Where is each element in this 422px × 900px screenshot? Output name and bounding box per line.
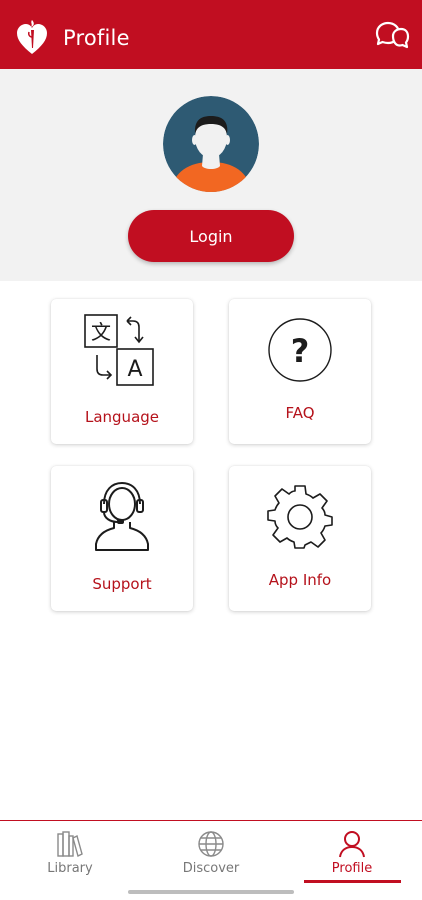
nav-label-library: Library [47, 861, 93, 876]
home-indicator[interactable] [128, 890, 294, 894]
nav-item-library[interactable]: Library [0, 821, 140, 887]
translate-icon: 文 A [84, 314, 154, 386]
nav-item-discover[interactable]: Discover [141, 821, 281, 887]
app-header: Profile [0, 0, 422, 69]
support-card[interactable]: Support [51, 466, 193, 611]
active-tab-indicator [304, 880, 401, 883]
chat-bubbles-icon[interactable] [374, 20, 410, 54]
question-circle-icon: ? [268, 318, 332, 382]
svg-text:A: A [127, 357, 142, 382]
user-avatar-icon [163, 96, 259, 192]
heart-torch-logo-icon [17, 20, 47, 54]
gear-icon [267, 485, 333, 549]
app-screen: Profile Login 文 A Language ? FAQ Support… [0, 0, 422, 900]
login-button[interactable]: Login [128, 210, 294, 262]
bottom-nav: Library Discover Profile [0, 820, 422, 900]
language-card[interactable]: 文 A Language [51, 299, 193, 444]
person-icon [339, 831, 365, 858]
page-title: Profile [63, 26, 130, 50]
headset-agent-icon [95, 481, 149, 551]
app-info-card[interactable]: App Info [229, 466, 371, 611]
nav-label-profile: Profile [331, 861, 373, 876]
nav-item-profile[interactable]: Profile [282, 821, 422, 887]
globe-icon [198, 831, 224, 857]
language-label: Language [84, 408, 160, 426]
svg-text:文: 文 [91, 320, 111, 344]
nav-label-discover: Discover [182, 861, 240, 876]
app-info-label: App Info [268, 571, 332, 589]
support-label: Support [92, 575, 152, 593]
books-icon [57, 831, 83, 858]
faq-card[interactable]: ? FAQ [229, 299, 371, 444]
faq-label: FAQ [285, 404, 315, 422]
svg-text:?: ? [291, 332, 310, 370]
profile-section: Login [0, 69, 422, 281]
